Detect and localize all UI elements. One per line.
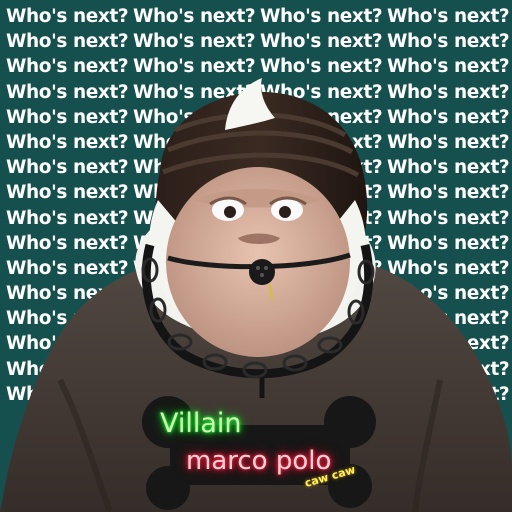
villain-label: Villain <box>160 408 242 439</box>
name-label: marco polo <box>186 446 332 476</box>
gag-ball <box>249 259 275 285</box>
avatar-image: Who's next? Who's next? Who's next? Who's n… <box>0 0 512 512</box>
character-illustration <box>0 78 512 512</box>
